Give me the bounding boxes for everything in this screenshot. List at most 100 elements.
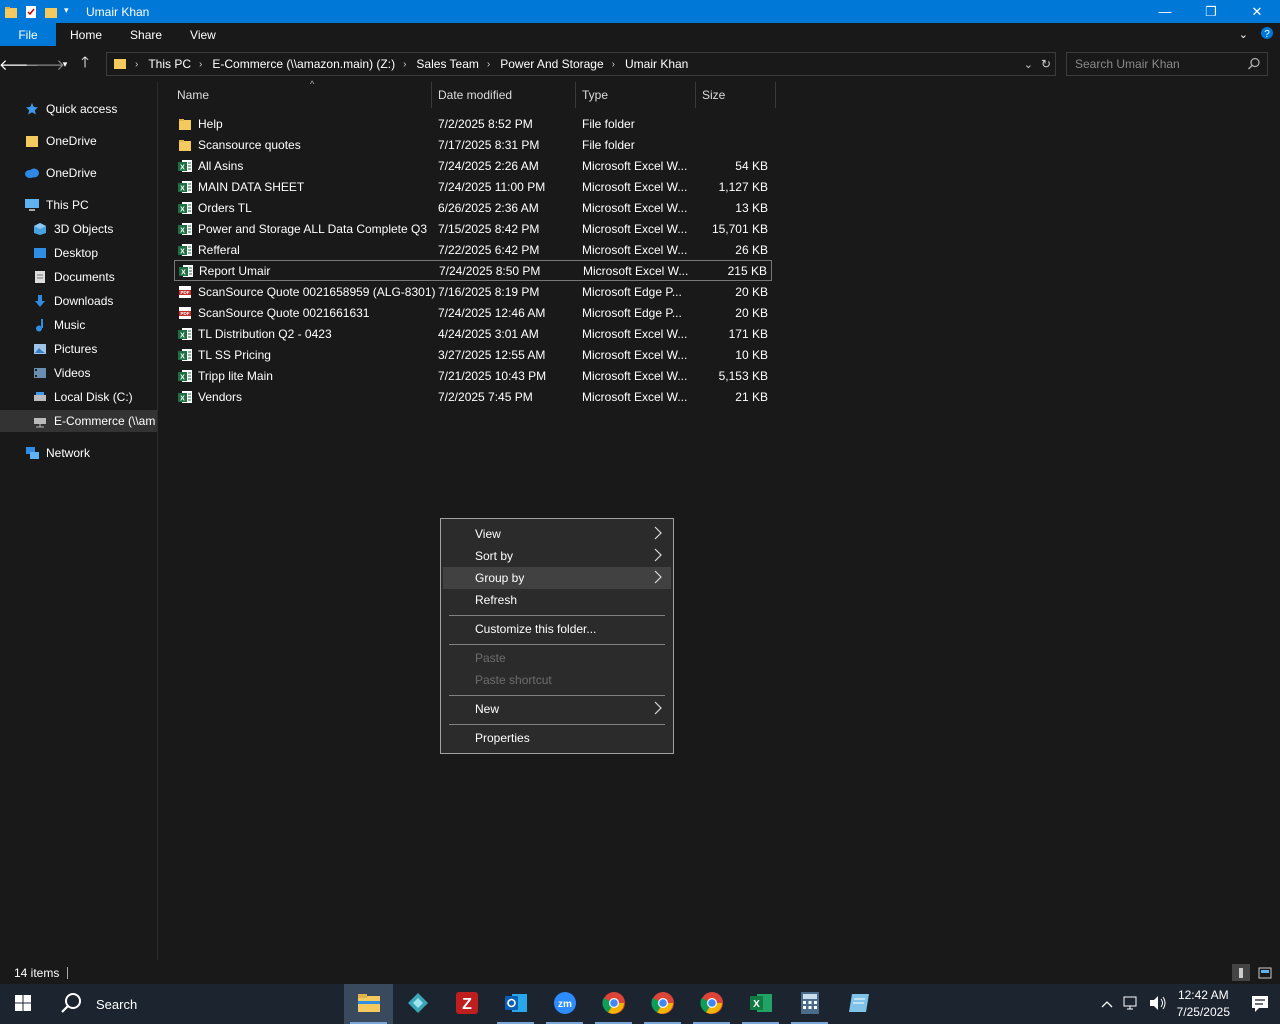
file-row[interactable]: X MAIN DATA SHEET 7/24/2025 11:00 PM Micros… xyxy=(174,176,772,197)
show-hidden-icons-icon[interactable] xyxy=(1101,997,1113,1011)
column-header-date[interactable]: Date modified xyxy=(432,82,576,108)
file-row[interactable]: X Tripp lite Main 7/21/2025 10:43 PM Micros… xyxy=(174,365,772,386)
maximize-button[interactable]: ❐ xyxy=(1188,0,1234,23)
clock[interactable]: 12:42 AM 7/25/2025 xyxy=(1177,987,1230,1021)
excel-file-icon: X xyxy=(178,201,192,215)
chevron-right-icon[interactable]: › xyxy=(612,59,615,70)
menu-item-group-by[interactable]: Group by xyxy=(443,567,671,589)
nav-onedrive-personal[interactable]: OneDrive xyxy=(24,130,97,152)
nav-downloads[interactable]: Downloads xyxy=(32,290,113,312)
taskbar-file-explorer[interactable] xyxy=(344,984,393,1024)
file-row[interactable]: X All Asins 7/24/2025 2:26 AM Microsoft Exc… xyxy=(174,155,772,176)
file-row[interactable]: X Refferal 7/22/2025 6:42 PM Microsoft Exce… xyxy=(174,239,772,260)
file-row[interactable]: X Report Umair 7/24/2025 8:50 PM Microsoft … xyxy=(174,260,772,281)
file-row[interactable]: X TL SS Pricing 3/27/2025 12:55 AM Microsof… xyxy=(174,344,772,365)
file-row[interactable]: X Orders TL 6/26/2025 2:36 AM Microsoft Exc… xyxy=(174,197,772,218)
search-input[interactable] xyxy=(1075,57,1243,71)
forward-button[interactable]: 🡒 xyxy=(25,50,65,78)
chevron-right-icon[interactable]: › xyxy=(199,59,202,70)
file-list-pane[interactable]: Name ^ Date modified Type Size Help 7/2/2… xyxy=(158,79,1280,960)
nav-ecommerce-drive[interactable]: E-Commerce (\\am xyxy=(0,410,157,432)
svg-text:Z: Z xyxy=(462,996,472,1013)
properties-icon[interactable] xyxy=(24,5,38,19)
taskbar-calculator[interactable] xyxy=(785,984,834,1024)
nav-videos[interactable]: Videos xyxy=(32,362,90,384)
new-folder-icon[interactable] xyxy=(44,5,58,19)
minimize-button[interactable]: — xyxy=(1142,0,1188,23)
recent-locations-button[interactable]: ▾ xyxy=(58,50,72,78)
up-button[interactable]: 🡑 xyxy=(72,50,98,78)
crumb-current[interactable]: Umair Khan xyxy=(625,57,688,71)
taskbar-notepad-app[interactable] xyxy=(834,984,883,1024)
file-row[interactable]: X Power and Storage ALL Data Complete Q3 7… xyxy=(174,218,772,239)
start-button[interactable] xyxy=(0,984,46,1024)
file-type: Microsoft Excel W... xyxy=(583,263,689,278)
crumb-drive[interactable]: E-Commerce (\\amazon.main) (Z:) xyxy=(212,57,395,71)
menu-item-refresh[interactable]: Refresh xyxy=(443,589,671,611)
file-name: Scansource quotes xyxy=(198,137,301,152)
taskbar-outlook[interactable] xyxy=(491,984,540,1024)
crumb-power-storage[interactable]: Power And Storage xyxy=(500,57,603,71)
address-dropdown-icon[interactable]: ⌄ xyxy=(1024,58,1033,71)
taskbar-excel[interactable]: X xyxy=(736,984,785,1024)
nav-documents[interactable]: Documents xyxy=(32,266,115,288)
nav-pictures[interactable]: Pictures xyxy=(32,338,97,360)
menu-item-properties[interactable]: Properties xyxy=(443,727,671,749)
chevron-right-icon[interactable]: › xyxy=(403,59,406,70)
chevron-right-icon[interactable]: › xyxy=(135,59,138,70)
nav-desktop[interactable]: Desktop xyxy=(32,242,98,264)
menu-item-customize-folder[interactable]: Customize this folder... xyxy=(443,618,671,640)
nav-local-disk[interactable]: Local Disk (C:) xyxy=(32,386,133,408)
crumb-this-pc[interactable]: This PC xyxy=(148,57,191,71)
nav-onedrive[interactable]: OneDrive xyxy=(24,162,97,184)
nav-network[interactable]: Network xyxy=(24,442,90,464)
nav-this-pc[interactable]: This PC xyxy=(24,194,89,216)
search-box[interactable] xyxy=(1066,52,1268,76)
tab-home[interactable]: Home xyxy=(56,23,116,46)
crumb-sales-team[interactable]: Sales Team xyxy=(416,57,478,71)
chevron-right-icon[interactable]: › xyxy=(487,59,490,70)
excel-icon: X xyxy=(749,991,773,1018)
column-header-size[interactable]: Size xyxy=(696,82,776,108)
taskbar-zoom[interactable]: zm xyxy=(540,984,589,1024)
tab-share[interactable]: Share xyxy=(116,23,176,46)
tab-file[interactable]: File xyxy=(0,23,56,46)
help-icon[interactable]: ? xyxy=(1260,26,1274,43)
taskbar-chrome-3[interactable] xyxy=(687,984,736,1024)
close-button[interactable]: ✕ xyxy=(1234,0,1280,23)
details-view-icon[interactable] xyxy=(1232,964,1250,981)
file-row[interactable]: Help 7/2/2025 8:52 PM File folder xyxy=(174,113,772,134)
column-header-type[interactable]: Type xyxy=(576,82,696,108)
file-row[interactable]: PDF ScanSource Quote 0021658959 (ALG-8301… xyxy=(174,281,772,302)
file-row[interactable]: X TL Distribution Q2 - 0423 4/24/2025 3:01… xyxy=(174,323,772,344)
taskbar-chrome[interactable] xyxy=(589,984,638,1024)
status-divider xyxy=(67,967,69,979)
taskbar-filezilla[interactable]: Z xyxy=(442,984,491,1024)
taskbar-search[interactable]: Search xyxy=(46,984,344,1024)
file-row[interactable]: PDF ScanSource Quote 0021661631 7/24/2025 … xyxy=(174,302,772,323)
nav-3d-objects[interactable]: 3D Objects xyxy=(32,218,113,240)
volume-icon[interactable] xyxy=(1149,995,1167,1014)
menu-item-sort-by[interactable]: Sort by xyxy=(443,545,671,567)
network-status-icon[interactable] xyxy=(1123,995,1141,1014)
expand-ribbon-icon[interactable]: ⌄ xyxy=(1239,28,1248,41)
taskbar-chrome-2[interactable] xyxy=(638,984,687,1024)
nav-music[interactable]: Music xyxy=(32,314,85,336)
download-icon xyxy=(32,293,48,309)
file-row[interactable]: Scansource quotes 7/17/2025 8:31 PM File f… xyxy=(174,134,772,155)
refresh-icon[interactable]: ↻ xyxy=(1041,57,1051,71)
notifications-icon[interactable] xyxy=(1240,984,1280,1024)
folder-app-icon[interactable] xyxy=(4,5,18,19)
menu-item-new[interactable]: New xyxy=(443,698,671,720)
customize-toolbar-icon[interactable]: ▾ xyxy=(64,5,78,19)
large-icons-view-icon[interactable] xyxy=(1256,964,1274,981)
menu-item-view[interactable]: View xyxy=(443,523,671,545)
file-row[interactable]: X Vendors 7/2/2025 7:45 PM Microsoft Excel … xyxy=(174,386,772,407)
tab-view[interactable]: View xyxy=(176,23,230,46)
cloud-icon xyxy=(24,165,40,181)
nav-quick-access[interactable]: Quick access xyxy=(24,98,117,120)
taskbar: Search Z zm X 12:42 AM 7/25/2025 xyxy=(0,984,1280,1024)
address-bar[interactable]: › This PC › E-Commerce (\\amazon.main) (… xyxy=(106,52,1056,76)
column-header-name[interactable]: Name ^ xyxy=(171,79,432,108)
taskbar-app-diamond[interactable] xyxy=(393,984,442,1024)
